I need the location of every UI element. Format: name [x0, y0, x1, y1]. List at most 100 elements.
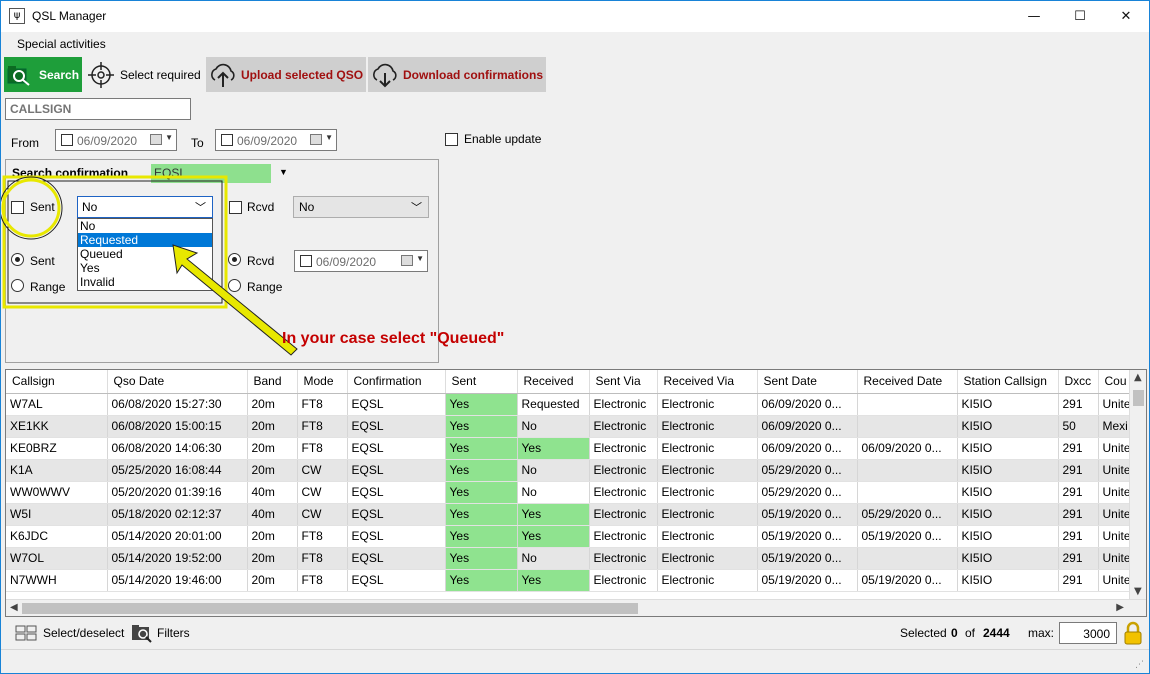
table-row[interactable]: W7OL 05/14/2020 19:52:00 20m FT8 EQSL Yes No El…	[6, 547, 1139, 570]
table-cell: Yes	[445, 547, 518, 570]
table-cell: 05/14/2020 20:01:00	[107, 525, 248, 548]
annotation-text: In your case select "Queued"	[282, 330, 505, 347]
column-header[interactable]: Sent Via	[589, 370, 658, 394]
search-button[interactable]: Search	[4, 57, 82, 92]
table-cell: Yes	[517, 503, 590, 526]
minimize-button[interactable]: —	[1011, 1, 1057, 32]
table-row[interactable]: W7AL 06/08/2020 15:27:30 20m FT8 EQSL Yes Requ…	[6, 393, 1139, 416]
callsign-input[interactable]	[5, 98, 191, 120]
table-cell: No	[517, 459, 590, 482]
table-row[interactable]: N7WWH 05/14/2020 19:46:00 20m FT8 EQSL Yes Yes…	[6, 569, 1139, 592]
table-cell: FT8	[297, 415, 348, 438]
from-date-picker[interactable]: 06/09/2020 ▼	[55, 129, 177, 151]
table-cell: W7AL	[6, 393, 108, 416]
selected-label: Selected	[900, 626, 947, 640]
table-cell: Yes	[517, 569, 590, 592]
table-row[interactable]: K6JDC 05/14/2020 20:01:00 20m FT8 EQSL Yes Yes…	[6, 525, 1139, 548]
filter-search-icon	[132, 625, 152, 643]
column-header[interactable]: Confirmation	[347, 370, 446, 394]
table-cell	[857, 547, 958, 570]
max-records-value: 3000	[1083, 627, 1110, 641]
scroll-left-icon[interactable]: ◀	[10, 602, 18, 613]
from-date-checkbox[interactable]	[61, 134, 73, 146]
table-cell: KI5IO	[957, 437, 1059, 460]
table-cell: Electronic	[589, 437, 658, 460]
column-header[interactable]: Received Via	[657, 370, 758, 394]
table-row[interactable]: W5I 05/18/2020 02:12:37 40m CW EQSL Yes Yes Ele…	[6, 503, 1139, 526]
max-records-input[interactable]: 3000	[1059, 622, 1117, 644]
to-date-picker[interactable]: 06/09/2020 ▼	[215, 129, 337, 151]
annotation-circle	[1, 178, 61, 238]
table-cell: 05/14/2020 19:52:00	[107, 547, 248, 570]
table-cell: 05/29/2020 0...	[757, 481, 858, 504]
table-cell: KI5IO	[957, 481, 1059, 504]
table-row[interactable]: XE1KK 06/08/2020 15:00:15 20m FT8 EQSL Yes No E…	[6, 415, 1139, 438]
table-cell: EQSL	[347, 481, 446, 504]
to-date-checkbox[interactable]	[221, 134, 233, 146]
table-cell: Yes	[445, 415, 518, 438]
column-header[interactable]: Received Date	[857, 370, 958, 394]
column-header[interactable]: Band	[247, 370, 298, 394]
crosshair-icon	[88, 62, 114, 88]
enable-update-checkbox[interactable]	[445, 133, 458, 146]
table-cell: KI5IO	[957, 393, 1059, 416]
close-button[interactable]: ✕	[1103, 1, 1149, 32]
column-header[interactable]: Dxcc	[1058, 370, 1099, 394]
horizontal-scrollbar[interactable]: ◀ ▶	[6, 599, 1146, 616]
menu-special-activities[interactable]: Special activities	[17, 37, 106, 51]
column-header[interactable]: Callsign	[6, 370, 108, 394]
resize-grip-icon[interactable]: ⋰	[1135, 659, 1144, 670]
table-cell: 291	[1058, 437, 1099, 460]
column-header[interactable]: Received	[517, 370, 590, 394]
table-cell: Electronic	[589, 569, 658, 592]
of-label: of	[965, 626, 976, 640]
qso-results-table[interactable]: Callsign Qso Date Band Mode Confirmation…	[5, 369, 1147, 617]
table-cell: Electronic	[657, 437, 758, 460]
table-cell: EQSL	[347, 547, 446, 570]
to-label: To	[191, 136, 204, 150]
app-icon: ψ	[9, 8, 25, 24]
scroll-up-icon[interactable]: ▲	[1134, 372, 1142, 383]
table-cell: No	[517, 481, 590, 504]
table-cell: 06/09/2020 0...	[757, 415, 858, 438]
menu-bar: Special activities	[1, 32, 1149, 54]
column-header[interactable]: Sent	[445, 370, 518, 394]
chevron-down-icon: ▼	[325, 133, 333, 142]
maximize-button[interactable]: ☐	[1057, 1, 1103, 32]
table-cell: FT8	[297, 437, 348, 460]
enable-update-label: Enable update	[464, 132, 542, 146]
annotation-overlay	[1, 175, 298, 356]
column-header[interactable]: Sent Date	[757, 370, 858, 394]
select-deselect-label: Select/deselect	[43, 626, 125, 640]
table-cell: Electronic	[657, 393, 758, 416]
scroll-down-icon[interactable]: ▼	[1134, 586, 1142, 597]
table-cell: Electronic	[657, 503, 758, 526]
column-header[interactable]: Mode	[297, 370, 348, 394]
table-cell: 05/19/2020 0...	[857, 525, 958, 548]
table-cell: Electronic	[589, 525, 658, 548]
table-cell: Electronic	[657, 459, 758, 482]
download-confirmations-button[interactable]: Download confirmations	[368, 57, 546, 92]
column-header[interactable]: Qso Date	[107, 370, 248, 394]
lock-icon[interactable]	[1123, 621, 1143, 645]
select-required-button[interactable]: Select required	[84, 57, 204, 92]
table-cell: Yes	[517, 525, 590, 548]
table-cell: Electronic	[657, 415, 758, 438]
table-row[interactable]: WW0WWV 05/20/2020 01:39:16 40m CW EQSL Yes No E…	[6, 481, 1139, 504]
vertical-scroll-thumb[interactable]	[1133, 390, 1144, 406]
vertical-scrollbar[interactable]: ▲ ▼	[1129, 370, 1146, 599]
table-row[interactable]: KE0BRZ 06/08/2020 14:06:30 20m FT8 EQSL Yes Ye…	[6, 437, 1139, 460]
table-cell: EQSL	[347, 525, 446, 548]
upload-selected-qso-button[interactable]: Upload selected QSO	[206, 57, 366, 92]
table-cell: K1A	[6, 459, 108, 482]
table-cell: EQSL	[347, 459, 446, 482]
horizontal-scroll-thumb[interactable]	[22, 603, 638, 614]
table-cell: 05/19/2020 0...	[757, 503, 858, 526]
table-cell: 05/29/2020 0...	[857, 503, 958, 526]
scroll-right-icon[interactable]: ▶	[1116, 602, 1124, 613]
column-header[interactable]: Station Callsign	[957, 370, 1059, 394]
annotation-highlight-inner	[7, 180, 223, 304]
table-row[interactable]: K1A 05/25/2020 16:08:44 20m CW EQSL Yes No Elec…	[6, 459, 1139, 482]
table-cell: CW	[297, 459, 348, 482]
table-cell: 20m	[247, 437, 298, 460]
